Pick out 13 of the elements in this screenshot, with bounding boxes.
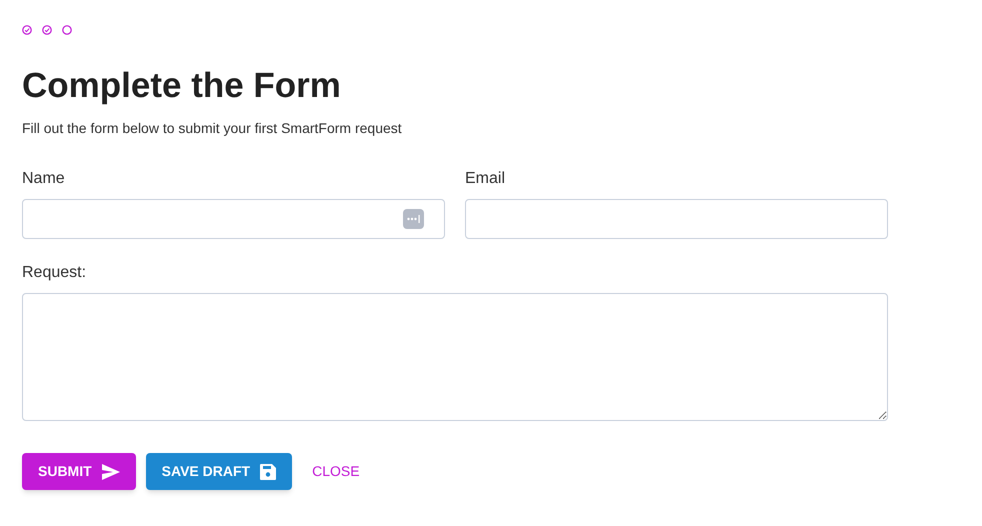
send-icon (102, 464, 120, 480)
save-draft-button[interactable]: SAVE DRAFT (146, 453, 292, 490)
submit-button[interactable]: SUBMIT (22, 453, 136, 490)
field-label: Name (22, 169, 66, 189)
page-subtitle: Fill out the form below to submit your first SmartForm request (22, 119, 403, 138)
input-field[interactable] (22, 199, 445, 239)
field-label: Request: (22, 263, 88, 283)
password-dots-icon[interactable] (403, 209, 424, 229)
request-textarea[interactable] (22, 293, 888, 421)
page-title: Complete the Form (22, 66, 342, 106)
field-label: Email (465, 169, 506, 189)
close-button[interactable]: CLOSE (302, 453, 370, 490)
input-field[interactable] (465, 199, 888, 239)
